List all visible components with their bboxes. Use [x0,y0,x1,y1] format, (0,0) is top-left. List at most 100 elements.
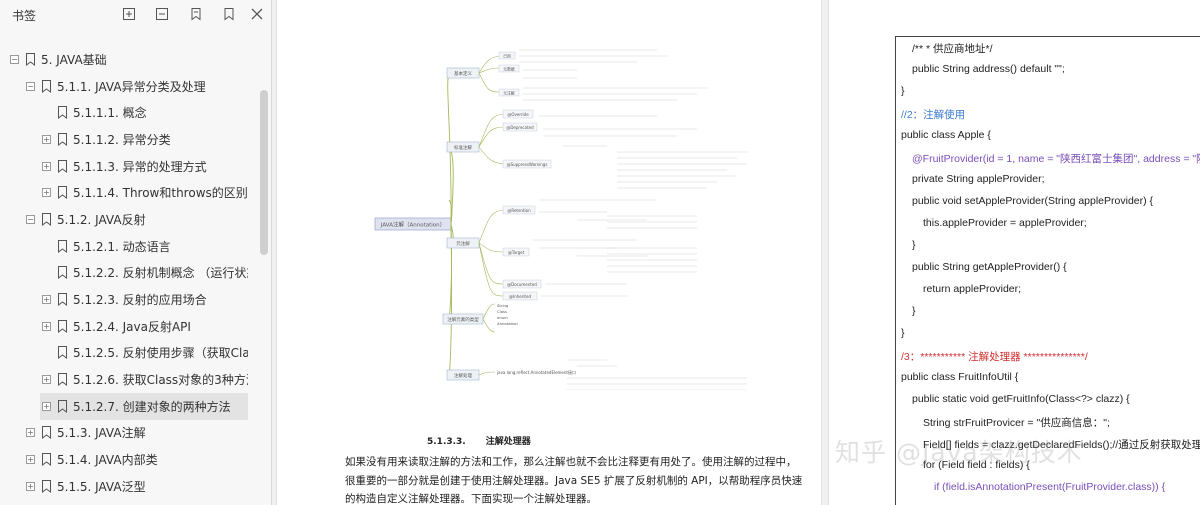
bookmark-icon [58,186,67,200]
bookmark-item-5123[interactable]: +5.1.2.3. 反射的应用场合 [40,286,248,313]
bookmark-item-label: 5.1.2.2. 反射机制概念 （运行状态中 [73,266,248,281]
collapse-all-icon[interactable] [153,5,171,23]
collapse-toggle-icon[interactable]: − [26,214,35,224]
bookmark-add-icon[interactable] [187,5,205,23]
bookmark-icon [42,453,51,467]
bookmark-item-5111[interactable]: 5.1.1.1. 概念 [40,99,248,126]
bookmark-item-5122[interactable]: 5.1.2.2. 反射机制概念 （运行状态中 [40,260,248,287]
expand-toggle-icon[interactable]: + [26,428,35,438]
expand-toggle-icon[interactable]: + [42,161,51,171]
bookmark-item-511[interactable]: − 5.1.1. JAVA异常分类及处理 [24,73,248,100]
expand-toggle-icon[interactable]: + [26,455,35,465]
code-line: } [912,305,916,317]
code-comment-line: //2：注解使用 [901,109,966,121]
bookmark-item-515[interactable]: +5.1.5. JAVA泛型 [24,473,248,500]
bookmark-item-51263[interactable]: +5.1.2.6. 获取Class对象的3种方法 [40,366,248,393]
svg-text:注解处理: 注解处理 [454,372,472,379]
bookmark-item-label: 5.1.1. JAVA异常分类及处理 [57,79,206,94]
bookmark-icon [58,373,67,387]
bookmark-item-514[interactable]: +5.1.4. JAVA内部类 [24,446,248,473]
bookmark-item-5114[interactable]: +5.1.1.4. Throw和throws的区别： [40,179,248,206]
svg-text:@Target: @Target [508,250,525,255]
expand-toggle-icon[interactable]: + [42,401,51,411]
bookmark-icon [58,266,67,280]
svg-text:基本定义: 基本定义 [454,70,472,77]
expand-all-icon[interactable] [120,5,138,23]
watermark: 知乎 @Java架构技术 [835,438,1083,467]
bookmark-item-label: 5.1.1.3. 异常的处理方式 [73,159,207,174]
code-line: } [901,85,905,97]
expand-toggle-icon[interactable]: + [42,375,51,385]
bookmark-item-label: 5.1.3. JAVA注解 [57,426,146,441]
paragraph-line: 的构造自定义注解处理器。下面实现一个注解处理器。 [345,493,597,505]
code-line: @FruitProvider(id = 1, name = "陕西红富士集团",… [912,153,1200,165]
section-number: 5.1.3.3. [427,437,466,447]
bookmark-item-5127[interactable]: +5.1.2.7. 创建对象的两种方法 [40,392,248,420]
expand-toggle-icon[interactable]: + [42,134,51,144]
bookmark-item-label: 5.1.2.6. 获取Class对象的3种方法 [73,373,248,388]
bookmark-item-label: 5.1.2.4. Java反射API [73,319,191,334]
svg-text:java.lang.reflect.AnnotatedEle: java.lang.reflect.AnnotatedElement接口 [496,369,576,375]
bookmark-panel-title: 书签 [12,9,37,23]
svg-text:@Deprecated: @Deprecated [506,125,534,130]
collapse-toggle-icon[interactable]: − [10,54,19,64]
bookmark-item-5121[interactable]: 5.1.2.1. 动态语言 [40,233,248,260]
bookmark-item-5124[interactable]: +5.1.2.4. Java反射API [40,313,248,340]
bookmark-icon [58,293,67,307]
bookmark-icon [58,132,67,146]
code-line: public static void getFruitInfo(Class<?>… [912,393,1130,405]
code-line: public String getAppleProvider() { [912,261,1067,273]
paragraph-line: 很重要的一部分就是创建于使用注解处理器。Java SE5 扩展了反射机制的 AP… [345,474,803,487]
section-title: 注解处理器 [485,437,531,447]
svg-text:@Inherited: @Inherited [509,294,531,299]
code-line: public class FruitInfoUtil { [901,371,1019,383]
svg-text:已用: 已用 [503,54,511,59]
expand-toggle-icon[interactable]: + [42,321,51,331]
bookmark-item-label: 5.1.5. JAVA泛型 [57,479,146,494]
expand-toggle-icon[interactable]: + [42,188,51,198]
expand-toggle-icon[interactable]: + [26,481,35,491]
bookmark-item-5113[interactable]: +5.1.1.3. 异常的处理方式 [40,153,248,180]
bookmark-item-5125[interactable]: 5.1.2.5. 反射使用步骤（获取Class对 [40,340,248,367]
code-line: return appleProvider; [923,283,1022,295]
expand-toggle-icon[interactable]: + [42,295,51,305]
svg-text:元注解: 元注解 [456,240,470,247]
bookmark-item-5[interactable]: − 5. JAVA基础 [8,46,248,73]
section-paragraph: 如果没有用来读取注解的方法和工作，那么注解也就不会比注释更有用处了。使用注解的过… [345,453,803,505]
code-line: if (field.isAnnotationPresent(FruitProvi… [934,481,1166,493]
bookmark-item-label: 5.1.1.4. Throw和throws的区别： [73,186,248,201]
bookmark-panel: 书签 − 5. JAVA基础 − 5.1.1. JAVA异常分类及处理 5.1.1.1.… [0,0,272,505]
svg-text:JAVA注解（Annotation）: JAVA注解（Annotation） [380,221,445,229]
close-icon[interactable] [248,5,266,23]
bookmark-icon [58,159,67,173]
paragraph-line: 如果没有用来读取注解的方法和工作，那么注解也就不会比注释更有用处了。使用注解的过… [345,456,797,468]
svg-text:@Override: @Override [507,112,529,117]
bookmark-panel-header: 书签 [0,0,272,30]
code-line: public class Apple { [901,129,991,141]
code-line: this.appleProvider = appleProvider; [923,217,1087,229]
bookmark-item-label: 5.1.2.7. 创建对象的两种方法 [73,399,231,414]
code-line: private String appleProvider; [912,173,1045,185]
bookmark-item-label: 5.1.2.1. 动态语言 [73,239,171,254]
svg-text:enum: enum [497,315,508,320]
bookmark-item-label: 5.1.2.5. 反射使用步骤（获取Class对 [73,346,248,361]
svg-text:元注解: 元注解 [503,91,515,96]
svg-text:标准注解: 标准注解 [454,144,472,151]
bookmark-item-513[interactable]: +5.1.3. JAVA注解 [24,420,248,447]
annotation-mindmap: JAVA注解（Annotation） 基本定义 标准注解 元注解 注解元素的类型… [374,49,747,390]
svg-text:@SuppressWarnings: @SuppressWarnings [507,162,548,167]
svg-text:注解元素的类型: 注解元素的类型 [447,316,479,323]
collapse-toggle-icon[interactable]: − [26,81,35,91]
bookmark-scrollbar[interactable] [260,90,268,255]
mindmap-center-node: JAVA注解（Annotation） [374,217,452,231]
bookmark-item-label: 5. JAVA基础 [41,52,107,67]
bookmark-item-512[interactable]: − 5.1.2. JAVA反射 [24,206,248,233]
code-line: } [912,239,916,251]
mindmap-leaf-nodes: 已用 元数据 元注解 @Override @Deprecated @Suppre… [496,51,576,375]
bookmark-item-5112[interactable]: +5.1.1.2. 异常分类 [40,126,248,153]
bookmark-icon [58,106,67,120]
bookmark-icon[interactable] [220,5,238,23]
document-page-left: JAVA注解（Annotation） 基本定义 标准注解 元注解 注解元素的类型… [276,0,822,505]
bookmark-icon [58,319,67,333]
code-comment-line: /3：*********** 注解处理器 ***************/ [901,351,1088,363]
